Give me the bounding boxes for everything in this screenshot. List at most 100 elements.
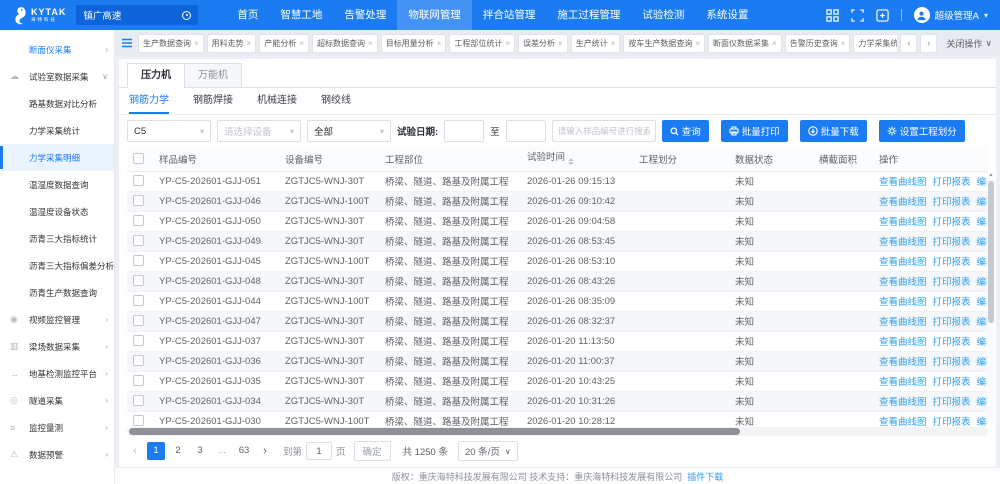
page-size-select[interactable]: 20 条/页 ∨ [458,441,518,461]
page-button[interactable]: 3 [191,442,209,460]
print-report-link[interactable]: 打印报表 [933,237,971,248]
topnav-item[interactable]: 系统设置 [695,0,759,30]
close-icon[interactable]: × [695,39,700,48]
sidebar-item[interactable]: ↔地基检测监控平台› [0,360,114,387]
tab[interactable]: 用料走势× [207,34,257,53]
scroll-up-icon[interactable]: ▲ [987,172,995,179]
sidebar-item[interactable]: ☁试验室数据采集∨ [0,63,114,90]
row-checkbox[interactable] [133,355,144,366]
topnav-item[interactable]: 智慧工地 [269,0,333,30]
close-icon[interactable]: × [437,39,442,48]
print-report-link[interactable]: 打印报表 [933,417,971,427]
row-checkbox[interactable] [133,255,144,266]
page-button[interactable]: 2 [169,442,187,460]
view-curve-link[interactable]: 查看曲线图 [879,397,927,408]
topnav-item[interactable]: 告警处理 [333,0,397,30]
sidebar-item[interactable]: 力学采集明细 [0,144,114,171]
horizontal-scrollbar-thumb[interactable] [129,428,740,435]
print-report-link[interactable]: 打印报表 [933,177,971,188]
row-checkbox[interactable] [133,375,144,386]
vertical-scrollbar-thumb[interactable] [988,181,994,323]
machine-tab[interactable]: 万能机 [184,63,242,88]
print-report-link[interactable]: 打印报表 [933,357,971,368]
close-icon[interactable]: × [505,39,510,48]
sidebar-item[interactable]: ≡监控量测› [0,414,114,441]
row-checkbox[interactable] [133,335,144,346]
tab[interactable]: 工程部位统计× [449,34,515,53]
tab[interactable]: 力学采集统计× [853,34,897,53]
sidebar-item[interactable]: 路基数据对比分析 [0,90,114,117]
set-division-button[interactable]: 设置工程划分 [879,120,965,142]
fullscreen-icon[interactable] [851,9,864,22]
device-select[interactable]: 请选择设备 ▾ [217,120,301,142]
print-report-link[interactable]: 打印报表 [933,317,971,328]
horizontal-scrollbar[interactable] [127,427,988,436]
sidebar-item[interactable]: ◎隧道采集› [0,387,114,414]
close-icon[interactable]: × [772,39,777,48]
print-report-link[interactable]: 打印报表 [933,377,971,388]
tab[interactable]: 产能分析× [259,34,309,53]
view-curve-link[interactable]: 查看曲线图 [879,257,927,268]
category-tab[interactable]: 钢绞线 [321,88,351,114]
category-tab[interactable]: 钢筋力学 [129,88,169,114]
scope-select[interactable]: 全部 ▾ [307,120,391,142]
project-switch-icon[interactable] [182,11,191,20]
tab[interactable]: 告警历史查询× [785,34,851,53]
close-icon[interactable]: × [841,39,846,48]
close-icon[interactable]: × [558,39,563,48]
row-checkbox[interactable] [133,235,144,246]
sidebar-item[interactable]: 力学采集统计 [0,117,114,144]
print-report-link[interactable]: 打印报表 [933,197,971,208]
sample-search-input[interactable] [552,120,656,142]
date-from-input[interactable] [444,120,484,142]
close-icon[interactable]: × [194,39,199,48]
print-report-link[interactable]: 打印报表 [933,297,971,308]
search-button[interactable]: 查询 [662,120,709,142]
tab[interactable]: 误差分析× [518,34,568,53]
category-tab[interactable]: 钢筋焊接 [193,88,233,114]
view-curve-link[interactable]: 查看曲线图 [879,357,927,368]
close-operations-menu[interactable]: 关闭操作 ∨ [946,37,992,50]
print-report-link[interactable]: 打印报表 [933,277,971,288]
view-curve-link[interactable]: 查看曲线图 [879,297,927,308]
category-select[interactable]: C5 ▾ [127,120,211,142]
row-checkbox[interactable] [133,275,144,286]
close-icon[interactable]: × [611,39,616,48]
jump-page-input[interactable] [306,442,332,460]
next-page-button[interactable]: › [257,445,273,457]
sidebar-item[interactable]: 断面仪采集› [0,36,114,63]
close-icon[interactable]: × [299,39,304,48]
row-checkbox[interactable] [133,295,144,306]
category-tab[interactable]: 机械连接 [257,88,297,114]
topnav-item[interactable]: 物联网管理 [397,0,472,30]
row-checkbox[interactable] [133,415,144,426]
tab-prev-button[interactable]: ‹ [900,34,917,53]
tab[interactable]: 目标用量分析× [381,34,447,53]
row-checkbox[interactable] [133,395,144,406]
tab[interactable]: 生产数据查询× [138,34,204,53]
confirm-button[interactable]: 确定 [354,441,391,461]
sidebar-item[interactable]: 沥青三大指标偏差分析 [0,252,114,279]
view-curve-link[interactable]: 查看曲线图 [879,417,927,427]
vertical-scrollbar[interactable]: ▲ [987,172,995,425]
row-checkbox[interactable] [133,215,144,226]
sidebar-item[interactable]: ◉视频监控管理› [0,306,114,333]
close-icon[interactable]: × [247,39,252,48]
tab[interactable]: 超标数据查询× [312,34,378,53]
print-report-link[interactable]: 打印报表 [933,257,971,268]
row-checkbox[interactable] [133,195,144,206]
batch-print-button[interactable]: 批量打印 [721,120,788,142]
tab[interactable]: 断面仪数据采集× [708,34,782,53]
sort-icon[interactable] [568,155,574,168]
project-select[interactable]: 镇广高速 [76,5,198,25]
prev-page-button[interactable]: ‹ [127,445,143,457]
tab[interactable]: 生产统计× [571,34,621,53]
view-curve-link[interactable]: 查看曲线图 [879,377,927,388]
print-report-link[interactable]: 打印报表 [933,217,971,228]
plus-square-icon[interactable] [876,9,889,22]
topnav-item[interactable]: 拌合站管理 [472,0,547,30]
sidebar-item[interactable]: 沥青三大指标统计 [0,225,114,252]
date-to-input[interactable] [506,120,546,142]
close-icon[interactable]: × [368,39,373,48]
sidebar-item[interactable]: ▥梁场数据采集› [0,333,114,360]
